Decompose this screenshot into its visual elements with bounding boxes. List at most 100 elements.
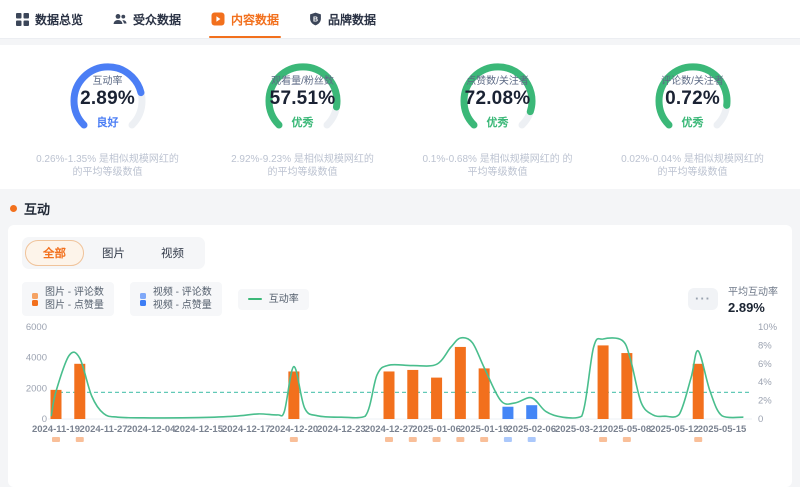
chart-container: 600040002000010%8%6%4%2%02024-11-192024-…: [22, 322, 778, 444]
bar-视频[interactable]: [526, 405, 537, 419]
right-axis-tick: 2%: [758, 396, 772, 407]
legend-videos[interactable]: 视频 - 评论数视频 - 点赞量: [130, 282, 222, 316]
bar-图片[interactable]: [384, 371, 395, 419]
gauge-label: 互动率: [93, 72, 123, 87]
gauge-status-badge: 优秀: [292, 114, 314, 130]
legend-bar-icon: [32, 293, 38, 306]
bar-图片[interactable]: [431, 378, 442, 419]
datazoom-mark: [623, 437, 631, 442]
gauge-comments-per-follower: 评论数/关注者0.72% 优秀 0.02%-0.04% 是相似规模网红的的平均等级数…: [595, 57, 790, 179]
x-axis-label: 2024-11-27: [80, 424, 128, 435]
datazoom-mark: [52, 437, 60, 442]
tab-content-data[interactable]: 内容数据: [211, 0, 279, 38]
x-axis-label: 2024-12-23: [317, 424, 366, 435]
gauge-value: 0.72%: [665, 88, 720, 110]
legend-bar-icon: [140, 293, 146, 306]
datazoom-mark: [528, 437, 536, 442]
gauge-hint: 2.92%-9.23% 是相似规模网红的的平均等级数值: [231, 153, 374, 179]
gauge-hint: 0.02%-0.04% 是相似规模网红的的平均等级数值: [621, 153, 764, 179]
gauge-text: 点赞数/关注者72.08% 优秀: [448, 57, 548, 141]
interaction-rate-line: [51, 338, 743, 418]
datazoom-mark: [599, 437, 607, 442]
x-axis-label: 2025-03-21: [555, 424, 604, 435]
x-axis-label: 2024-12-15: [174, 424, 223, 435]
bar-视频[interactable]: [502, 407, 513, 419]
gauge-summary-card: 互动率2.89%良好0.26%-1.35% 是相似规模网红的的平均等级数值观看量…: [0, 45, 800, 189]
x-axis-label: 2024-12-20: [270, 424, 319, 435]
tab-brand-data[interactable]: B 品牌数据: [309, 0, 376, 38]
datazoom-mark: [76, 437, 84, 442]
filter-tab-images[interactable]: 图片: [84, 240, 143, 266]
legend-line-icon: [248, 298, 262, 300]
gauge-views-per-follower: 观看量/粉丝数57.51%优秀 2.92%-9.23% 是相似规模网红的的平均等级…: [205, 57, 400, 179]
x-axis-label: 2025-05-08: [603, 424, 652, 435]
bar-图片[interactable]: [598, 345, 609, 419]
gauge-value: 2.89%: [80, 88, 135, 110]
average-rate-value: 2.89%: [728, 300, 765, 315]
gauge-interaction-rate: 互动率2.89% 良好 0.26%-1.35% 是相似规模网红的的平均等级数值: [10, 57, 205, 179]
average-rate-label: 平均互动率: [728, 283, 778, 298]
filter-tab-videos[interactable]: 视频: [143, 240, 202, 266]
x-axis-label: 2024-12-27: [365, 424, 414, 435]
x-axis-label: 2025-01-06: [412, 424, 461, 435]
interaction-card: 全部图片视频 图片 - 评论数图片 - 点赞量 视频 - 评论数视频 - 点赞量 互…: [8, 225, 792, 487]
gauge-status-badge: 优秀: [487, 114, 509, 130]
right-axis-tick: 0: [758, 414, 763, 425]
legend-row: 图片 - 评论数图片 - 点赞量视频 - 评论数视频 - 点赞量互动率 ··· …: [22, 282, 778, 316]
datazoom-mark: [433, 437, 441, 442]
gauge-label: 点赞数/关注者: [466, 72, 529, 87]
x-axis-label: 2025-05-12: [650, 424, 699, 435]
gauge-label: 评论数/关注者: [661, 72, 724, 87]
x-axis-label: 2024-12-17: [222, 424, 271, 435]
left-axis-tick: 4000: [26, 353, 47, 364]
gauge-status-badge: 良好: [97, 114, 119, 130]
legend-labels: 互动率: [269, 293, 299, 306]
gauge-dial: 评论数/关注者0.72% 优秀: [643, 57, 743, 141]
filter-tab-all[interactable]: 全部: [25, 240, 84, 266]
legend-images[interactable]: 图片 - 评论数图片 - 点赞量: [22, 282, 114, 316]
datazoom-mark: [480, 437, 488, 442]
gauge-value: 72.08%: [465, 88, 531, 110]
media-filter-tabs: 全部图片视频: [22, 237, 205, 269]
right-axis-tick: 6%: [758, 359, 772, 370]
gauge-dial: 观看量/粉丝数57.51%优秀: [253, 57, 353, 141]
tab-data-overview[interactable]: 数据总览: [16, 0, 83, 38]
interaction-chart: 600040002000010%8%6%4%2%02024-11-192024-…: [22, 322, 790, 444]
gauge-hint: 0.26%-1.35% 是相似规模网红的的平均等级数值: [36, 153, 179, 179]
bar-图片[interactable]: [74, 364, 85, 419]
right-axis-tick: 10%: [758, 322, 778, 333]
audience-icon: [113, 13, 127, 26]
tab-label: 品牌数据: [328, 11, 376, 28]
right-axis-tick: 8%: [758, 340, 772, 351]
section-header: 互动: [10, 199, 800, 218]
gauge-hint: 0.1%-0.68% 是相似规模网红的 的平均等级数值: [422, 153, 572, 179]
datazoom-mark: [504, 437, 512, 442]
tab-label: 内容数据: [231, 11, 279, 28]
bar-图片[interactable]: [455, 347, 466, 419]
svg-text:B: B: [313, 16, 318, 23]
legend-interaction-rate[interactable]: 互动率: [238, 289, 309, 310]
right-axis-tick: 4%: [758, 377, 772, 388]
x-axis-label: 2024-12-04: [127, 424, 176, 435]
content-icon: [211, 12, 225, 26]
left-axis-tick: 2000: [26, 383, 47, 394]
bar-图片[interactable]: [693, 364, 704, 419]
tab-label: 数据总览: [35, 11, 83, 28]
gauge-text: 观看量/粉丝数57.51%优秀: [253, 57, 353, 141]
tab-audience-data[interactable]: 受众数据: [113, 0, 181, 38]
datazoom-mark: [409, 437, 417, 442]
grid-icon: [16, 13, 29, 26]
x-axis-label: 2025-05-15: [698, 424, 747, 435]
section-title: 互动: [24, 199, 50, 218]
gauge-dial: 点赞数/关注者72.08% 优秀: [448, 57, 548, 141]
legend-labels: 视频 - 评论数视频 - 点赞量: [153, 286, 212, 312]
more-options-button[interactable]: ···: [688, 288, 718, 310]
top-nav: 数据总览 受众数据 内容数据 B 品牌数据: [0, 0, 800, 39]
gauge-label: 观看量/粉丝数: [271, 72, 334, 87]
gauge-dial: 互动率2.89% 良好: [58, 57, 158, 141]
bar-图片[interactable]: [407, 370, 418, 419]
gauge-status-badge: 优秀: [682, 114, 704, 130]
average-rate-block: 平均互动率 2.89%: [728, 283, 778, 315]
left-axis-tick: 6000: [26, 322, 47, 333]
legend-labels: 图片 - 评论数图片 - 点赞量: [45, 286, 104, 312]
